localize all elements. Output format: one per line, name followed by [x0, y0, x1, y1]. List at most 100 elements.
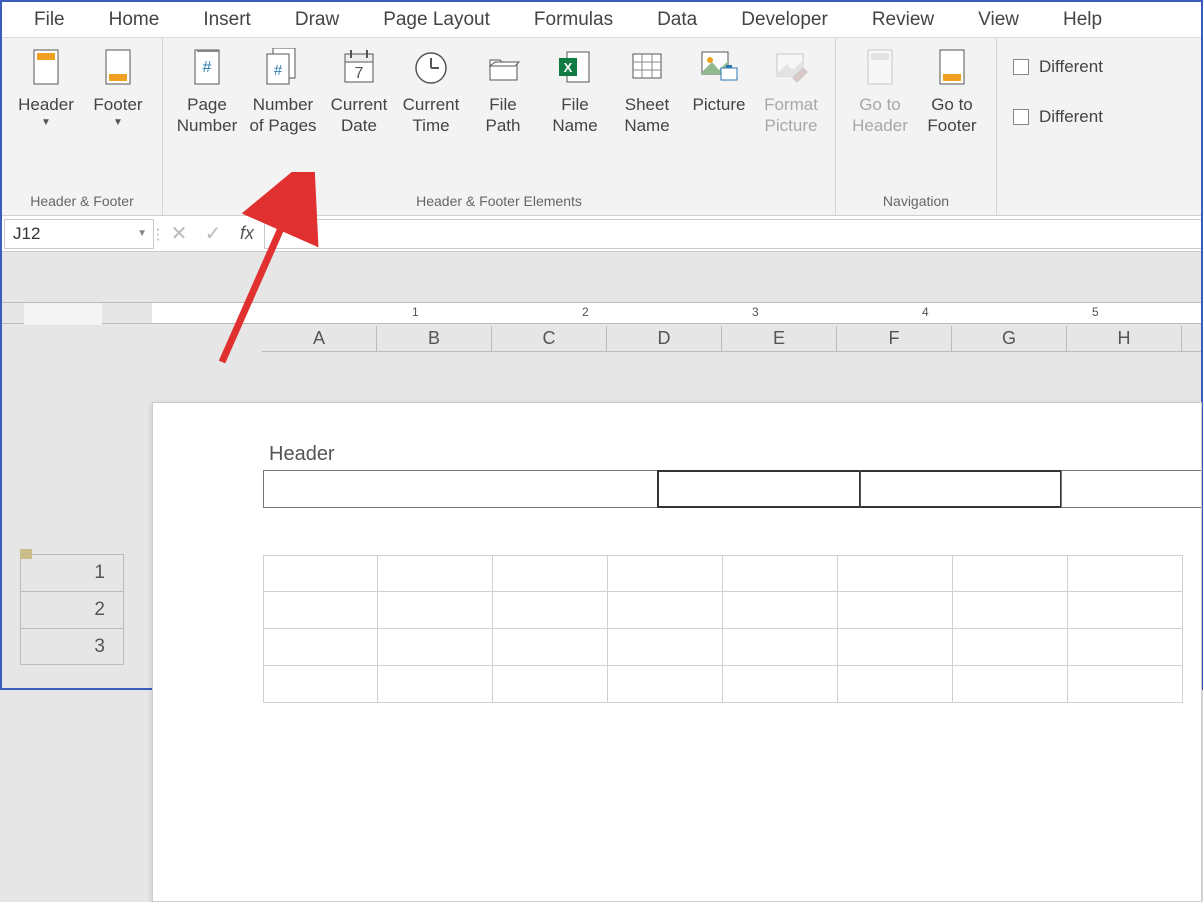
header-left[interactable] — [263, 470, 658, 508]
goto-header-button: Go toHeader — [844, 44, 916, 136]
col-header[interactable]: F — [837, 326, 952, 351]
cell[interactable] — [493, 629, 608, 666]
menu-developer[interactable]: Developer — [719, 9, 850, 31]
header-icon — [26, 48, 66, 88]
header-section-label: Header — [269, 443, 335, 466]
current-time-button[interactable]: CurrentTime — [395, 44, 467, 136]
cell[interactable] — [953, 629, 1068, 666]
row-header[interactable]: 3 — [20, 628, 124, 665]
cell[interactable] — [378, 555, 493, 592]
cell[interactable] — [493, 555, 608, 592]
header-right[interactable] — [1061, 470, 1201, 508]
cancel-icon: ✕ — [162, 221, 196, 246]
cell[interactable] — [723, 629, 838, 666]
cell[interactable] — [953, 592, 1068, 629]
cell[interactable] — [263, 629, 378, 666]
sheet-name-button[interactable]: SheetName — [611, 44, 683, 136]
menu-draw[interactable]: Draw — [273, 9, 361, 31]
page-number-icon: # — [187, 48, 227, 88]
page-area: Header — [152, 402, 1202, 902]
option-different-odd-even[interactable]: Different — [1007, 102, 1103, 132]
sheet-area: 1 2 3 4 5 A B C D E F G H 1 2 3 Header — [2, 252, 1201, 688]
cell[interactable] — [608, 592, 723, 629]
svg-text:X: X — [564, 60, 573, 75]
row-header[interactable]: 1 — [20, 554, 124, 591]
cell[interactable] — [1068, 629, 1183, 666]
folder-icon — [483, 48, 523, 88]
cell[interactable] — [378, 629, 493, 666]
menu-home[interactable]: Home — [87, 9, 182, 31]
cell[interactable] — [263, 666, 378, 703]
cell[interactable] — [723, 555, 838, 592]
col-header[interactable]: B — [377, 326, 492, 351]
file-path-button[interactable]: FilePath — [467, 44, 539, 136]
file-name-button[interactable]: X FileName — [539, 44, 611, 136]
cell[interactable] — [493, 666, 608, 703]
page-number-button[interactable]: # PageNumber — [171, 44, 243, 136]
column-headers: A B C D E F G H — [262, 326, 1201, 352]
menu-formulas[interactable]: Formulas — [512, 9, 635, 31]
goto-footer-button[interactable]: Go toFooter — [916, 44, 988, 136]
header-sections — [263, 470, 1201, 508]
col-header[interactable]: E — [722, 326, 837, 351]
cell[interactable] — [838, 629, 953, 666]
cell[interactable] — [378, 666, 493, 703]
current-date-button[interactable]: 7 CurrentDate — [323, 44, 395, 136]
calendar-icon: 7 — [339, 48, 379, 88]
col-header[interactable]: D — [607, 326, 722, 351]
footer-icon — [98, 48, 138, 88]
cell[interactable] — [723, 592, 838, 629]
cell[interactable] — [1068, 555, 1183, 592]
formula-input[interactable] — [264, 219, 1201, 249]
menu-view[interactable]: View — [956, 9, 1041, 31]
col-header[interactable]: G — [952, 326, 1067, 351]
header-center[interactable] — [657, 470, 861, 508]
cell[interactable] — [263, 555, 378, 592]
group-label-hf-elements: Header & Footer Elements — [416, 189, 582, 211]
menu-bar: File Home Insert Draw Page Layout Formul… — [2, 2, 1201, 38]
col-header[interactable]: C — [492, 326, 607, 351]
chevron-down-icon: ▼ — [41, 117, 51, 128]
header-button[interactable]: Header ▼ — [10, 44, 82, 128]
menu-help[interactable]: Help — [1041, 9, 1124, 31]
checkbox-icon[interactable] — [1013, 59, 1029, 75]
cell[interactable] — [608, 666, 723, 703]
group-hf-elements: # PageNumber # Numberof Pages 7 CurrentD… — [163, 38, 836, 215]
cell[interactable] — [493, 592, 608, 629]
cell[interactable] — [608, 555, 723, 592]
cell[interactable] — [1068, 666, 1183, 703]
cell[interactable] — [378, 592, 493, 629]
picture-button[interactable]: Picture — [683, 44, 755, 115]
cell[interactable] — [838, 555, 953, 592]
menu-review[interactable]: Review — [850, 9, 956, 31]
row-header[interactable]: 2 — [20, 591, 124, 628]
cell[interactable] — [608, 629, 723, 666]
col-header[interactable]: H — [1067, 326, 1182, 351]
name-box[interactable]: J12 ▼ — [4, 219, 154, 249]
ribbon: Header ▼ Footer ▼ Header & Footer # Page… — [2, 38, 1201, 216]
cell[interactable] — [838, 666, 953, 703]
chevron-down-icon[interactable]: ▼ — [137, 228, 147, 239]
cell[interactable] — [953, 666, 1068, 703]
header-center-right[interactable] — [860, 470, 1062, 508]
checkbox-icon[interactable] — [1013, 109, 1029, 125]
clock-icon — [411, 48, 451, 88]
cell[interactable] — [1068, 592, 1183, 629]
group-navigation: Go toHeader Go toFooter Navigation — [836, 38, 997, 215]
fx-icon[interactable]: fx — [230, 223, 264, 244]
menu-data[interactable]: Data — [635, 9, 719, 31]
menu-page-layout[interactable]: Page Layout — [361, 9, 512, 31]
option-different-first[interactable]: Different — [1007, 52, 1103, 82]
cell[interactable] — [953, 555, 1068, 592]
cell[interactable] — [263, 592, 378, 629]
cell[interactable] — [838, 592, 953, 629]
col-header[interactable]: A — [262, 326, 377, 351]
number-of-pages-button[interactable]: # Numberof Pages — [243, 44, 323, 136]
formula-bar: J12 ▼ ⋮ ✕ ✓ fx — [2, 216, 1201, 252]
row-headers: 1 2 3 — [20, 554, 124, 665]
menu-insert[interactable]: Insert — [181, 9, 273, 31]
cell[interactable] — [723, 666, 838, 703]
svg-text:#: # — [274, 62, 283, 79]
footer-button[interactable]: Footer ▼ — [82, 44, 154, 128]
menu-file[interactable]: File — [12, 9, 87, 31]
